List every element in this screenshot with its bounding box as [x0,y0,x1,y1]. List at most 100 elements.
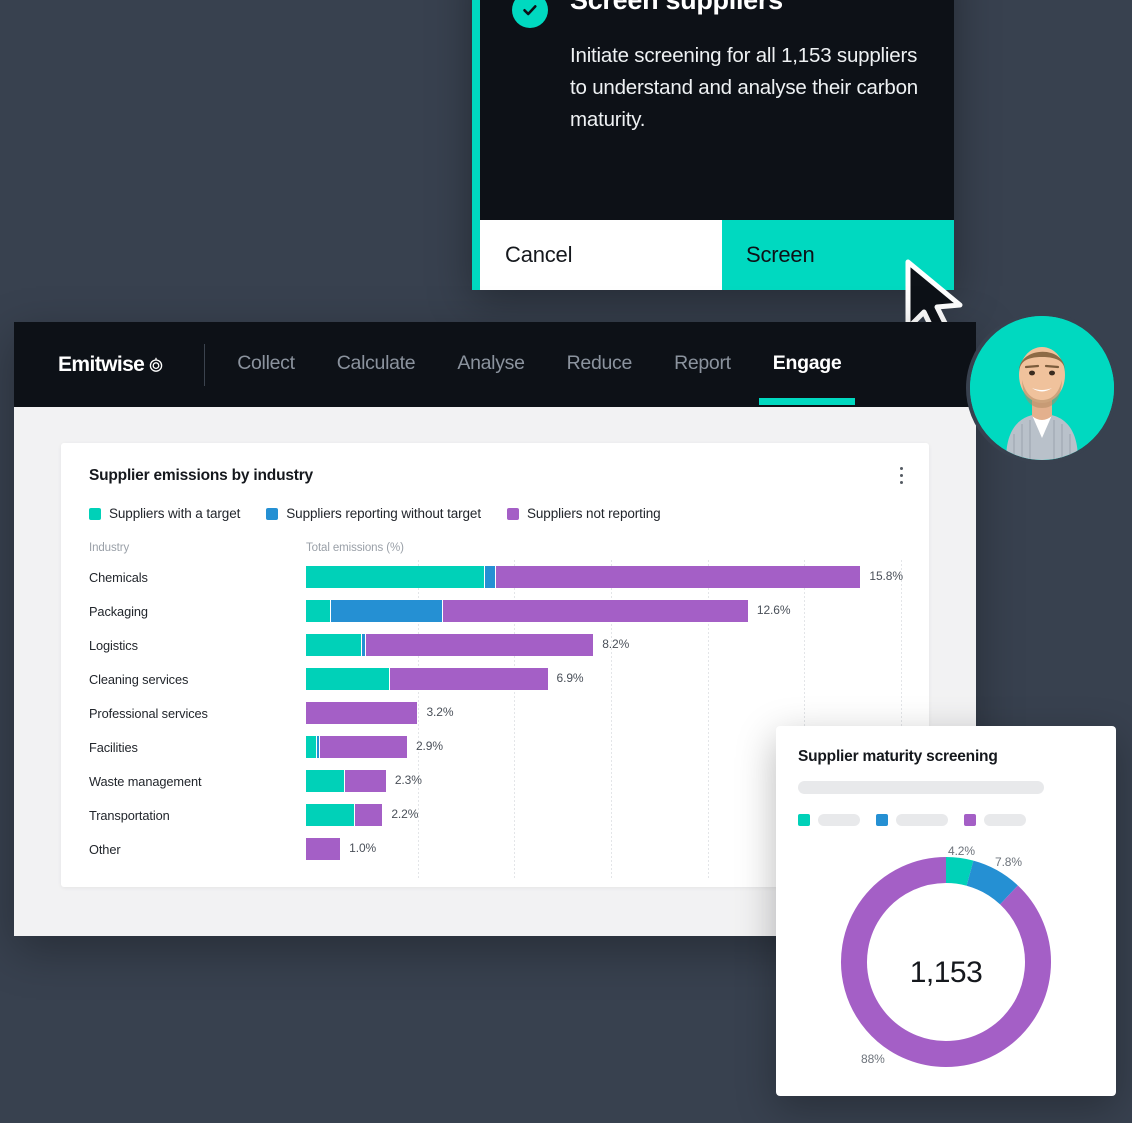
bar-row[interactable]: Logistics 8.2% [89,628,901,662]
nav-item-collect[interactable]: Collect [237,352,295,377]
axis-label-total-emissions: Total emissions (%) [306,542,404,554]
stacked-bar[interactable] [306,736,408,758]
bar-value-label: 2.9% [415,739,443,753]
bar-track: 15.8% [306,566,903,588]
screenshot-stage: Screen suppliers Initiate screening for … [0,0,1132,1123]
modal-actions: Cancel Screen [480,220,954,290]
bar-value-label: 2.3% [394,773,422,787]
bar-segment [330,600,444,622]
bar-segment [306,668,391,690]
bar-segment [306,702,419,724]
skeleton-bar [798,781,1044,794]
bar-segment [306,838,342,860]
bar-row-label: Logistics [89,637,138,653]
bar-value-label: 8.2% [602,637,630,651]
donut-panel-title: Supplier maturity screening [798,748,998,765]
stacked-bar[interactable] [306,770,387,792]
donut-legend-swatch-purple [964,814,976,826]
supplier-maturity-panel: Supplier maturity screening 4.2% 7.8% 88… [776,726,1116,1096]
avatar [966,312,1118,464]
axis-label-industry: Industry [89,542,130,554]
bar-track: 12.6% [306,600,901,622]
stacked-bar[interactable] [306,600,749,622]
bar-segment [443,600,749,622]
bar-segment [390,668,549,690]
nav-item-reduce[interactable]: Reduce [567,352,633,377]
kebab-menu-icon[interactable] [900,467,903,488]
bar-segment [306,770,345,792]
donut-legend-swatch-teal [798,814,810,826]
bar-row-label: Transportation [89,807,170,823]
bar-row-label: Chemicals [89,569,148,585]
legend-swatch-blue [266,507,279,520]
donut-legend-placeholder-1 [818,814,860,826]
bar-row-label: Other [89,841,121,857]
logo-text: Emitwise [58,352,145,376]
bar-row-label: Facilities [89,739,138,755]
bar-segment [485,566,496,588]
bar-segment [306,634,363,656]
bar-row[interactable]: Cleaning services 6.9% [89,662,901,696]
nav-item-calculate[interactable]: Calculate [337,352,416,377]
bar-segment [355,804,384,826]
donut-chart: 4.2% 7.8% 88% 1,153 [798,844,1094,1094]
check-circle-icon [512,0,548,28]
donut-center-value: 1,153 [909,956,983,989]
card-title: Supplier emissions by industry [89,467,313,484]
bar-row[interactable]: Packaging 12.6% [89,594,901,628]
donut-legend-placeholder-3 [984,814,1026,826]
bar-row-label: Waste management [89,773,202,789]
nav-item-report[interactable]: Report [674,352,731,377]
stacked-bar[interactable] [306,702,419,724]
modal-title: Screen suppliers [570,0,783,15]
nav-divider [204,343,206,386]
stacked-bar[interactable] [306,804,384,826]
legend-swatch-teal [89,507,101,520]
nav-item-analyse[interactable]: Analyse [457,352,525,377]
nav-item-engage-label: Engage [772,352,842,374]
chart-legend: Suppliers with a target Suppliers report… [89,506,901,521]
bar-row-label: Cleaning services [89,671,189,687]
bar-segment [306,804,356,826]
legend-label-with-target: Suppliers with a target [109,506,241,521]
donut-legend-placeholder-2 [896,814,948,826]
bar-row[interactable]: Chemicals 15.8% [89,560,903,594]
modal-body: Screen suppliers Initiate screening for … [480,0,954,220]
bar-track: 8.2% [306,634,901,656]
stacked-bar[interactable] [306,634,595,656]
screen-suppliers-modal: Screen suppliers Initiate screening for … [472,0,954,290]
legend-swatch-purple [507,507,519,520]
legend-item-with-target[interactable]: Suppliers with a target [89,506,240,521]
stacked-bar[interactable] [306,838,342,860]
bar-value-label: 6.9% [556,671,584,685]
bar-value-label: 12.6% [756,603,791,617]
donut-legend [798,814,1094,826]
bar-segment [306,600,331,622]
stacked-bar[interactable] [306,566,862,588]
legend-item-not-reporting[interactable]: Suppliers not reporting [507,506,661,521]
bar-value-label: 15.8% [869,569,903,583]
bar-row[interactable]: Professional services 3.2% [89,696,901,730]
bar-track: 3.2% [306,702,901,724]
active-tab-indicator [758,398,856,405]
legend-label-not-reporting: Suppliers not reporting [527,506,661,521]
bar-segment [306,566,486,588]
bar-segment [344,770,387,792]
bar-segment [495,566,862,588]
donut-segment[interactable] [945,857,974,886]
legend-item-without-target[interactable]: Suppliers reporting without target [266,506,481,521]
bar-track: 6.9% [306,668,901,690]
chart-axis-headers: Industry Total emissions (%) [89,542,901,554]
bar-value-label: 3.2% [426,705,454,719]
top-navigation-bar: Emitwise Collect Calculate Analyse Reduc… [14,322,976,407]
donut-segment[interactable] [966,860,1018,905]
bar-segment [306,736,317,758]
bar-value-label: 2.2% [391,807,419,821]
cancel-button[interactable]: Cancel [480,220,722,290]
stacked-bar[interactable] [306,668,549,690]
emitwise-logo[interactable]: Emitwise [58,353,164,377]
bar-row-label: Professional services [89,705,208,721]
nav-items: Collect Calculate Analyse Reduce Report … [237,352,856,405]
modal-header: Screen suppliers [512,0,924,28]
nav-item-engage[interactable]: Engage [758,352,856,405]
